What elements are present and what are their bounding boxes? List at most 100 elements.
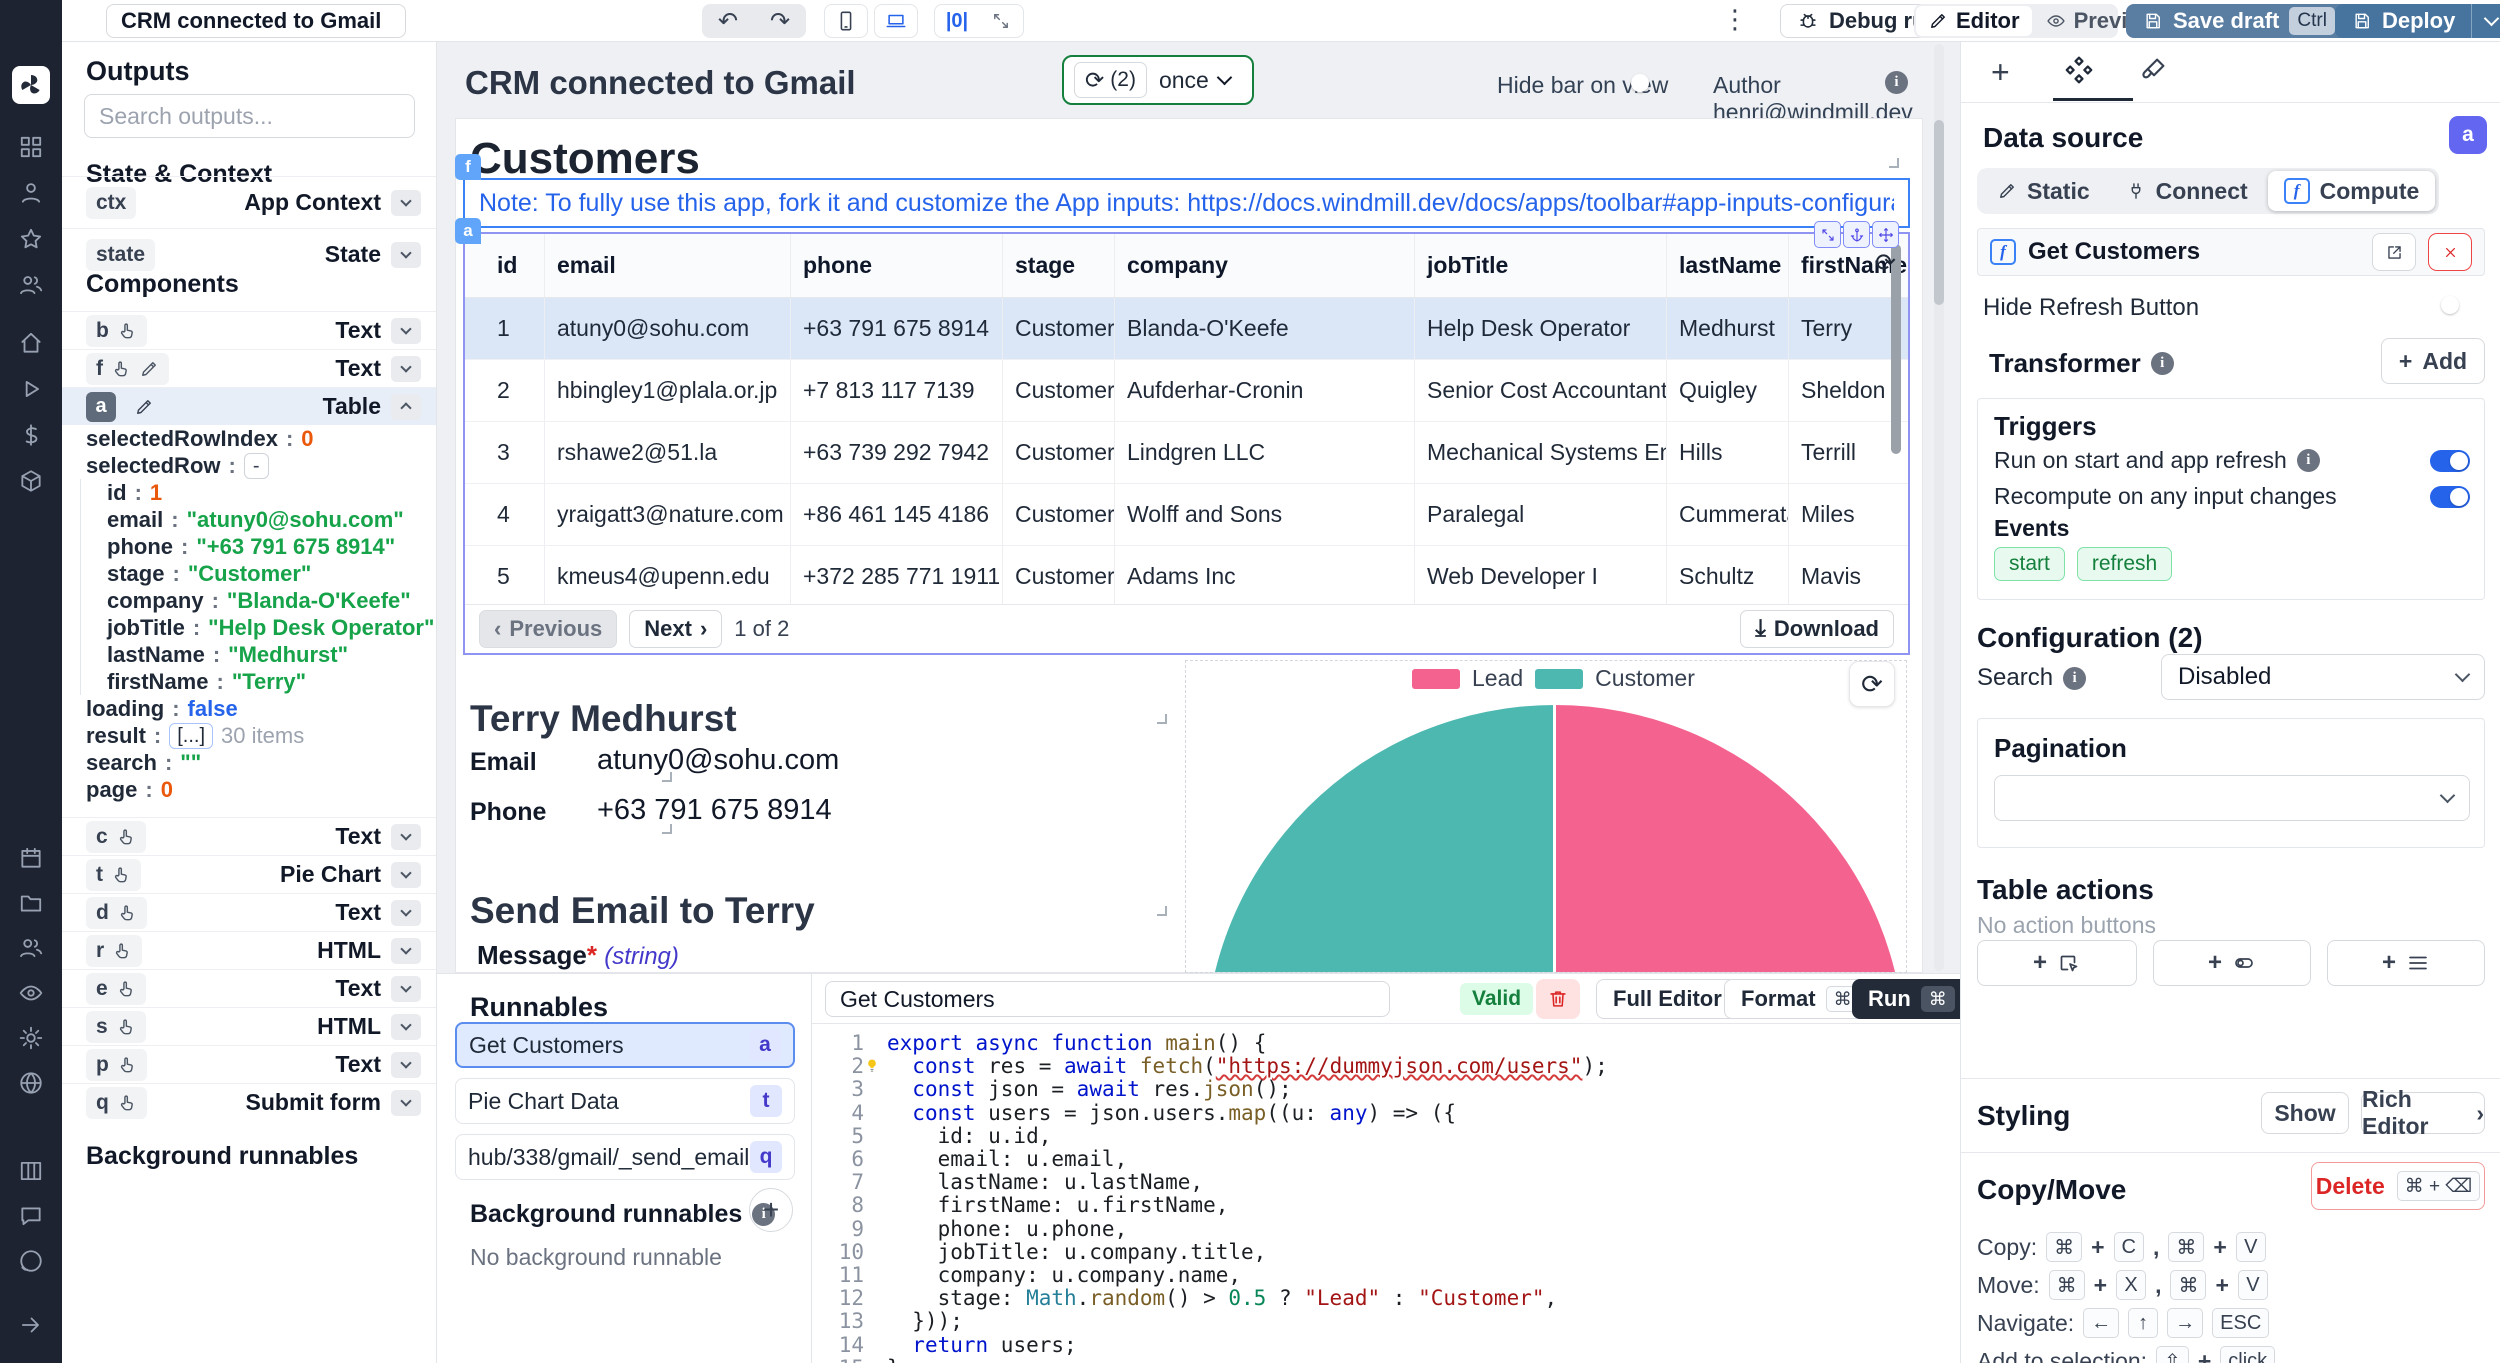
output-tree-row[interactable]: search: "" <box>62 749 436 776</box>
table-row[interactable]: 2 hbingley1@plala.or.jp +7 813 117 7139 Cus… <box>465 360 1908 422</box>
rail-columns-icon[interactable] <box>18 1158 44 1184</box>
add-table-action-button[interactable]: + <box>1977 940 2137 986</box>
component-row-c[interactable]: c Text <box>62 817 436 855</box>
resize-handle[interactable] <box>1889 158 1899 168</box>
table-row[interactable]: 1 atuny0@sohu.com +63 791 675 8914 Customer… <box>465 298 1908 360</box>
component-row-r[interactable]: r HTML <box>62 931 436 969</box>
refresh-count-button[interactable]: ⟳ (2) <box>1074 62 1147 98</box>
deploy-button[interactable]: Deploy <box>2335 4 2500 38</box>
anchor-icon[interactable] <box>1843 221 1870 248</box>
output-tree-row[interactable]: selectedRowIndex:0 <box>62 425 436 452</box>
code-line[interactable]: })); <box>887 1310 963 1333</box>
trigger-toggle[interactable] <box>2430 485 2470 508</box>
runnable-item[interactable]: Pie Chart Data t <box>455 1078 795 1124</box>
component-row-f[interactable]: f Text <box>62 349 436 387</box>
frequency-dropdown[interactable]: once <box>1159 67 1233 94</box>
component-tag-a[interactable]: a <box>455 218 481 244</box>
rail-users-icon[interactable] <box>18 272 44 298</box>
rail-calendar-icon[interactable] <box>18 845 44 871</box>
chevron-up-icon[interactable] <box>391 393 421 420</box>
runnable-item[interactable]: hub/338/gmail/_send_email q <box>455 1134 795 1180</box>
author-info-icon[interactable] <box>1885 71 1908 94</box>
move-component-icon[interactable] <box>1872 221 1899 248</box>
rail-arrow-right-icon[interactable] <box>18 1312 44 1338</box>
code-line[interactable]: const users = json.users.map((u: any) =>… <box>887 1101 1456 1125</box>
chevron-down-icon[interactable] <box>391 899 421 926</box>
rail-grid-icon[interactable] <box>18 134 44 160</box>
add-table-action-button[interactable]: + <box>2153 940 2311 986</box>
component-row-a[interactable]: a Table <box>62 387 436 425</box>
column-header-email[interactable]: email <box>545 234 791 297</box>
tab-static[interactable]: Static <box>1981 171 2106 211</box>
component-row-q[interactable]: q Submit form <box>62 1083 436 1121</box>
component-row-e[interactable]: e Text <box>62 969 436 1007</box>
component-row-d[interactable]: d Text <box>62 893 436 931</box>
output-tree-row[interactable]: result: [...] 30 items <box>62 722 436 749</box>
chevron-down-icon[interactable] <box>391 1013 421 1040</box>
resize-handle[interactable] <box>1157 714 1167 724</box>
trigger-toggle[interactable] <box>2430 449 2470 472</box>
chevron-down-icon[interactable] <box>391 355 421 382</box>
table-refresh-icon[interactable]: ⟳ <box>1875 248 1896 278</box>
info-icon[interactable] <box>2150 352 2174 375</box>
info-icon[interactable] <box>2296 449 2320 472</box>
open-runnable-icon[interactable] <box>2372 233 2416 271</box>
kebab-menu-icon[interactable]: ⋮ <box>1722 4 1748 35</box>
resize-handle[interactable] <box>662 824 672 834</box>
component-row-t[interactable]: t Pie Chart <box>62 855 436 893</box>
app-title-input[interactable] <box>106 4 406 38</box>
rail-folder-icon[interactable] <box>18 890 44 916</box>
chevron-down-icon[interactable] <box>391 1051 421 1078</box>
tab-connect[interactable]: Connect <box>2110 171 2264 211</box>
component-row-b[interactable]: b Text <box>62 311 436 349</box>
clear-runnable-icon[interactable] <box>2428 233 2472 271</box>
code-line[interactable]: stage: Math.random() > 0.5 ? "Lead" : "C… <box>887 1287 1558 1310</box>
component-tag-f[interactable]: f <box>455 154 481 180</box>
component-settings-tab[interactable] <box>2063 54 2095 86</box>
code-line[interactable]: company: u.company.name, <box>887 1263 1241 1287</box>
add-table-action-button[interactable]: + <box>2327 940 2485 986</box>
output-tree-row[interactable]: firstName: "Terry" <box>80 668 436 695</box>
download-button[interactable]: ⤓ Download <box>1740 610 1894 648</box>
next-page-button[interactable]: Next › <box>629 610 723 648</box>
resize-handle[interactable] <box>1157 906 1167 916</box>
runnable-item[interactable]: Get Customers a <box>455 1022 795 1068</box>
output-tree-row[interactable]: jobTitle: "Help Desk Operator" <box>80 614 436 641</box>
note-text-component[interactable]: Note: To fully use this app, fork it and… <box>463 178 1910 228</box>
code-line[interactable]: export async function main() { <box>887 1031 1266 1055</box>
table-row[interactable]: 4 yraigatt3@nature.com +86 461 145 4186 Cus… <box>465 484 1908 546</box>
code-line[interactable]: phone: u.phone, <box>887 1217 1128 1241</box>
styling-tab[interactable] <box>2139 54 2169 84</box>
rail-user-icon[interactable] <box>18 180 44 206</box>
align-center-icon[interactable]: |0| <box>935 10 979 33</box>
chevron-down-icon[interactable] <box>391 975 421 1002</box>
column-header-phone[interactable]: phone <box>791 234 1003 297</box>
fullscreen-icon[interactable] <box>979 11 1023 31</box>
output-tree-row[interactable]: loading: false <box>62 695 436 722</box>
desktop-view-button[interactable] <box>874 4 918 38</box>
info-icon[interactable] <box>2063 666 2087 690</box>
expand-component-icon[interactable] <box>1814 221 1841 248</box>
code-line[interactable]: return users; <box>887 1333 1076 1357</box>
resize-handle[interactable] <box>662 772 672 782</box>
add-background-runnable-button[interactable]: + <box>749 1188 793 1232</box>
table-row[interactable]: 5 kmeus4@upenn.edu +372 285 771 1911 Custom… <box>465 546 1908 608</box>
search-config-select[interactable]: Disabled <box>2161 654 2485 700</box>
component-row-s[interactable]: s HTML <box>62 1007 436 1045</box>
code-line[interactable]: id: u.id, <box>887 1124 1052 1148</box>
rail-dollar-icon[interactable] <box>18 422 44 448</box>
output-tree-row[interactable]: selectedRow: - <box>62 452 436 479</box>
output-tree-row[interactable]: lastName: "Medhurst" <box>80 641 436 668</box>
rail-star-icon[interactable] <box>18 226 44 252</box>
output-tree-row[interactable]: page:0 <box>62 776 436 803</box>
output-tree-row[interactable]: email: "atuny0@sohu.com" <box>80 506 436 533</box>
rail-chat-icon[interactable] <box>18 1203 44 1229</box>
code-line[interactable]: } <box>887 1356 900 1363</box>
code-line[interactable]: firstName: u.firstName, <box>887 1194 1229 1217</box>
column-header-company[interactable]: company <box>1115 234 1415 297</box>
component-row-p[interactable]: p Text <box>62 1045 436 1083</box>
chevron-down-icon[interactable] <box>391 937 421 964</box>
windmill-logo[interactable] <box>12 66 50 104</box>
code-line[interactable]: jobTitle: u.company.title, <box>887 1240 1267 1264</box>
tab-compute[interactable]: Compute <box>2267 171 2436 211</box>
